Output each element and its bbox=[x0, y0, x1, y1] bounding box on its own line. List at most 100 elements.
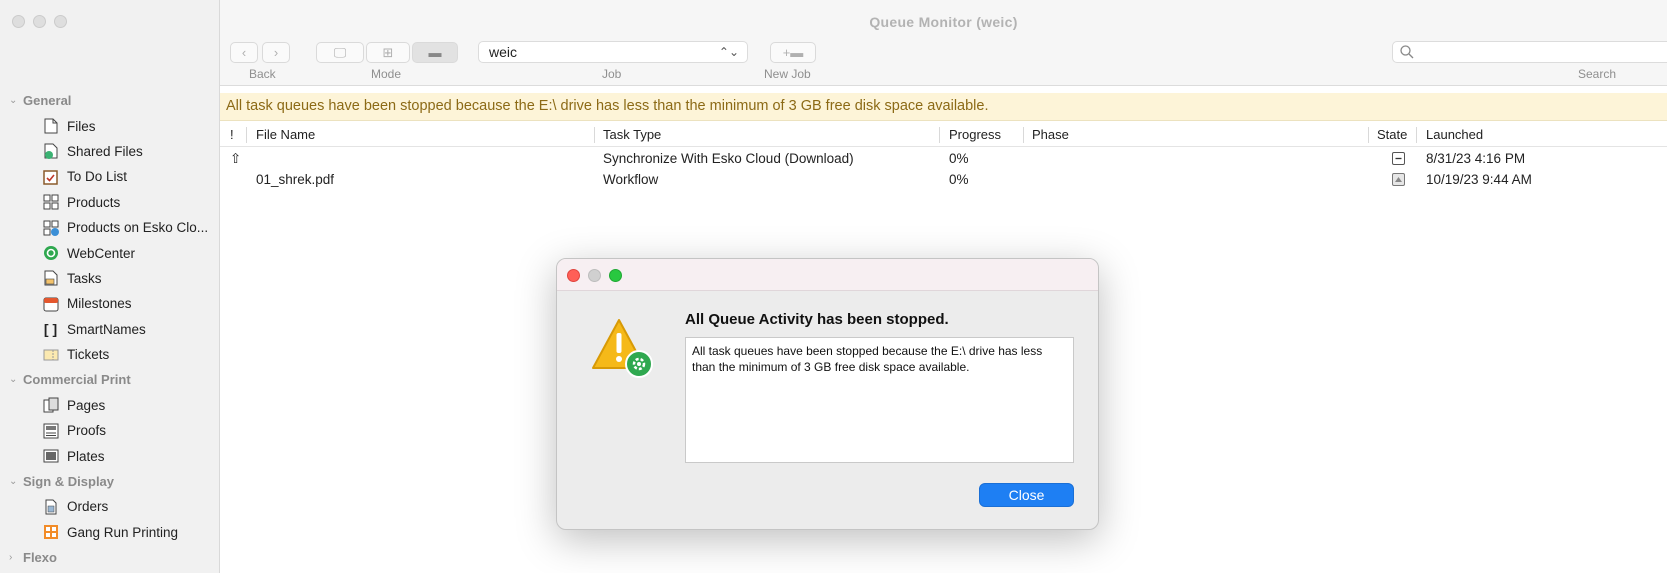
sidebar-section-sign-display[interactable]: ⌄ Sign & Display bbox=[0, 469, 220, 494]
monitor-icon: 🖵 bbox=[333, 44, 347, 60]
dialog-title-bar bbox=[557, 259, 1098, 291]
sidebar-section-flexo[interactable]: › Flexo bbox=[0, 545, 220, 570]
toolbar: Queue Monitor (weic) ‹ › Back 🖵 ⊞ ▬ Mode… bbox=[220, 0, 1667, 86]
sidebar-item-tickets[interactable]: Tickets bbox=[0, 342, 220, 367]
table-row[interactable]: 01_shrek.pdf Workflow 0% 10/19/23 9:44 A… bbox=[220, 170, 1667, 191]
close-window-button[interactable] bbox=[12, 15, 25, 28]
sidebar-section-general[interactable]: ⌄ General bbox=[0, 88, 220, 113]
orders-icon bbox=[42, 498, 59, 515]
sidebar-item-label: Proofs bbox=[67, 423, 107, 439]
section-title: General bbox=[23, 93, 72, 109]
sidebar-item-label: Gang Run Printing bbox=[67, 524, 179, 540]
column-divider bbox=[1368, 127, 1369, 143]
queue-table-header: ! File Name Task Type Progress Phase Sta… bbox=[220, 123, 1667, 147]
sidebar-item-shared-files[interactable]: Shared Files bbox=[0, 139, 220, 164]
file-name-column-header[interactable]: File Name bbox=[256, 127, 315, 142]
disk-space-warning-banner: All task queues have been stopped becaus… bbox=[220, 93, 1667, 121]
queue-stopped-dialog: All Queue Activity has been stopped. All… bbox=[556, 258, 1099, 530]
gang-run-icon bbox=[42, 524, 59, 541]
waiting-state-icon bbox=[1392, 173, 1405, 189]
shared-files-icon bbox=[42, 143, 59, 160]
folder-icon: ▬ bbox=[428, 45, 442, 60]
search-icon bbox=[1399, 44, 1415, 65]
minus-state-icon bbox=[1392, 152, 1405, 168]
sidebar-item-label: Products on Esko Clo... bbox=[67, 220, 209, 236]
search-input[interactable] bbox=[1392, 41, 1667, 63]
webcenter-icon bbox=[42, 245, 59, 262]
mode-folder-button[interactable]: ▬ bbox=[412, 42, 458, 63]
sidebar-item-label: WebCenter bbox=[67, 245, 136, 261]
chevron-left-icon: ‹ bbox=[241, 45, 247, 60]
mode-list-button[interactable]: 🖵 bbox=[316, 42, 364, 63]
todo-list-icon bbox=[42, 168, 59, 185]
sidebar-item-products-on-esko-cloud[interactable]: Products on Esko Clo... bbox=[0, 215, 220, 240]
warning-icon bbox=[591, 316, 655, 380]
section-title: Commercial Print bbox=[23, 372, 131, 388]
sidebar-item-webcenter[interactable]: WebCenter bbox=[0, 240, 220, 265]
sidebar-item-plates[interactable]: Plates bbox=[0, 443, 220, 468]
new-job-button[interactable]: +▬ bbox=[770, 42, 816, 63]
table-row[interactable]: ⇧ Synchronize With Esko Cloud (Download)… bbox=[220, 149, 1667, 170]
chevron-down-icon: ⌄ bbox=[9, 374, 18, 386]
dialog-zoom-dot[interactable] bbox=[609, 269, 622, 282]
phase-column-header[interactable]: Phase bbox=[1032, 127, 1069, 142]
plates-icon bbox=[42, 448, 59, 465]
task-type-column-header[interactable]: Task Type bbox=[603, 127, 661, 142]
sidebar-item-label: To Do List bbox=[67, 169, 128, 185]
new-folder-icon: +▬ bbox=[782, 45, 804, 60]
sidebar-item-pages[interactable]: Pages bbox=[0, 393, 220, 418]
sidebar-item-label: Pages bbox=[67, 397, 106, 413]
column-divider bbox=[1023, 127, 1024, 143]
zoom-window-button[interactable] bbox=[54, 15, 67, 28]
sidebar-item-smartnames[interactable]: [ ] SmartNames bbox=[0, 317, 220, 342]
forward-button[interactable]: › bbox=[262, 42, 290, 63]
column-divider bbox=[594, 127, 595, 143]
tickets-icon bbox=[42, 346, 59, 363]
chevron-right-icon: › bbox=[273, 45, 279, 60]
sidebar-item-milestones[interactable]: Milestones bbox=[0, 291, 220, 316]
sidebar-item-to-do-list[interactable]: To Do List bbox=[0, 164, 220, 189]
sidebar-item-files[interactable]: Files bbox=[0, 113, 220, 138]
file-name-cell: 01_shrek.pdf bbox=[256, 172, 335, 187]
tasks-icon bbox=[42, 270, 59, 287]
queue-monitor-window: ⌄ General Files Shared Files To Do List P… bbox=[0, 0, 1667, 573]
progress-cell: 0% bbox=[949, 172, 969, 187]
dialog-heading: All Queue Activity has been stopped. bbox=[685, 311, 949, 328]
back-button[interactable]: ‹ bbox=[230, 42, 258, 63]
sidebar-item-label: SmartNames bbox=[67, 321, 146, 337]
chevron-down-icon: ⌄ bbox=[9, 476, 18, 488]
state-column-header[interactable]: State bbox=[1377, 127, 1407, 142]
progress-column-header[interactable]: Progress bbox=[949, 127, 1001, 142]
sidebar-item-products[interactable]: Products bbox=[0, 190, 220, 215]
products-cloud-icon bbox=[42, 219, 59, 236]
sidebar-item-orders[interactable]: Orders bbox=[0, 494, 220, 519]
sidebar-item-label: Milestones bbox=[67, 296, 132, 312]
sidebar-item-label: Tasks bbox=[67, 270, 102, 286]
section-title: Sign & Display bbox=[23, 474, 115, 490]
priority-column-header[interactable]: ! bbox=[230, 127, 234, 142]
window-controls bbox=[12, 15, 67, 28]
sidebar: ⌄ General Files Shared Files To Do List P… bbox=[0, 0, 220, 573]
sidebar-section-commercial-print[interactable]: ⌄ Commercial Print bbox=[0, 367, 220, 392]
close-button[interactable]: Close bbox=[979, 483, 1074, 507]
new-job-label: New Job bbox=[764, 67, 811, 81]
mode-grid-button[interactable]: ⊞ bbox=[366, 42, 410, 63]
search-label: Search bbox=[1578, 67, 1617, 81]
sidebar-item-proofs[interactable]: Proofs bbox=[0, 418, 220, 443]
smartnames-icon: [ ] bbox=[43, 321, 58, 338]
sidebar-list: ⌄ General Files Shared Files To Do List P… bbox=[0, 88, 220, 570]
launched-column-header[interactable]: Launched bbox=[1426, 127, 1483, 142]
progress-cell: 0% bbox=[949, 151, 969, 166]
job-select[interactable]: weic ⌃⌄ bbox=[478, 41, 748, 63]
mode-label: Mode bbox=[371, 67, 402, 81]
sidebar-item-gang-run-printing[interactable]: Gang Run Printing bbox=[0, 520, 220, 545]
column-divider bbox=[939, 127, 940, 143]
section-title: Flexo bbox=[23, 550, 57, 566]
products-icon bbox=[42, 194, 59, 211]
sidebar-item-tasks[interactable]: Tasks bbox=[0, 266, 220, 291]
dialog-close-dot[interactable] bbox=[567, 269, 580, 282]
sidebar-item-label: Tickets bbox=[67, 347, 110, 363]
file-icon bbox=[42, 118, 59, 135]
minimize-window-button[interactable] bbox=[33, 15, 46, 28]
sidebar-item-label: Plates bbox=[67, 448, 105, 464]
